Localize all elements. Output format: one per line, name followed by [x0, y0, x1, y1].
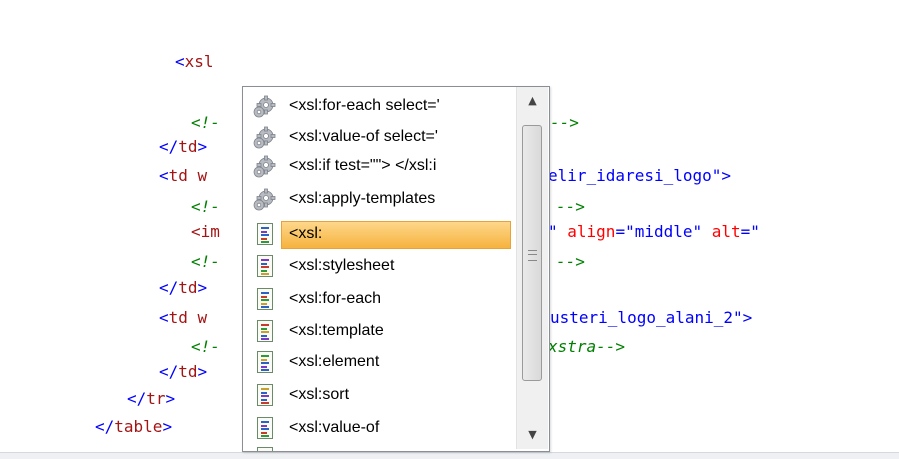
code-token: xsl — [184, 52, 214, 71]
code-token: xstra--> — [548, 337, 626, 356]
autocomplete-item[interactable]: <xsl:for-each select=' — [245, 91, 515, 121]
autocomplete-popup[interactable]: <xsl:for-each select=' <xsl:value-of sele… — [242, 86, 550, 452]
gear-icon — [251, 95, 277, 119]
gear-icon — [251, 155, 277, 179]
autocomplete-item[interactable]: <xsl:if test=""> </xsl:i — [245, 151, 515, 181]
autocomplete-scrollbar[interactable]: ▲ ▼ — [516, 87, 548, 449]
document-icon — [257, 351, 273, 373]
code-token: td — [178, 137, 198, 156]
code-token: elir_idaresi_logo"> — [548, 166, 732, 185]
document-icon — [257, 288, 273, 310]
code-line: <xsl — [175, 51, 214, 73]
autocomplete-item-label: <xsl:value-of select=' — [289, 128, 438, 145]
code-token: " — [548, 222, 568, 241]
document-icon — [257, 223, 273, 245]
code-token: td — [178, 278, 198, 297]
autocomplete-item[interactable]: <xsl:value-of — [245, 413, 515, 443]
code-line: </td> — [159, 277, 207, 299]
code-token: td w — [168, 166, 208, 185]
code-token: --> — [556, 197, 585, 216]
autocomplete-item[interactable]: <xsl:sort — [245, 380, 515, 410]
code-token: tr — [146, 389, 166, 408]
code-token: < — [159, 166, 169, 185]
code-line: </table> — [95, 416, 172, 438]
autocomplete-item-label: <xsl:element — [289, 353, 380, 370]
scrollbar-thumb[interactable] — [522, 125, 542, 381]
code-token: </ — [127, 389, 147, 408]
code-token: </ — [95, 417, 115, 436]
code-token: </ — [159, 362, 179, 381]
document-icon — [257, 384, 273, 406]
code-token: > — [162, 417, 173, 436]
code-line: </td> — [159, 136, 207, 158]
gear-icon — [251, 126, 277, 150]
code-token: td — [178, 362, 198, 381]
autocomplete-item-label: <xsl:sort — [289, 386, 350, 403]
code-token: </ — [159, 137, 179, 156]
code-token: usteri_logo_alani_2"> — [550, 308, 753, 327]
autocomplete-item[interactable]: <xsl:template — [245, 316, 515, 346]
code-token: <!- — [191, 252, 220, 271]
code-token: align — [567, 222, 616, 241]
code-token: <!- — [191, 113, 220, 132]
code-token: table — [114, 417, 163, 436]
document-icon — [257, 320, 273, 342]
code-token: td w — [168, 308, 208, 327]
autocomplete-item-label: <xsl:apply-templates — [289, 190, 436, 207]
grip-icon — [528, 250, 537, 261]
document-icon — [257, 255, 273, 277]
scroll-up-arrow-icon[interactable]: ▲ — [517, 87, 548, 115]
autocomplete-item-label: <xsl:template — [289, 322, 384, 339]
autocomplete-item[interactable]: <xsl:element — [245, 347, 515, 377]
autocomplete-item[interactable]: <xsl: — [245, 219, 515, 249]
document-icon — [257, 417, 273, 439]
code-token: alt — [711, 222, 741, 241]
code-token: > — [197, 278, 208, 297]
autocomplete-item[interactable]: <xsl:stylesheet — [245, 251, 515, 281]
scroll-down-arrow-icon[interactable]: ▼ — [517, 421, 548, 449]
code-token: > — [197, 362, 208, 381]
code-token: </ — [159, 278, 179, 297]
code-token: > — [165, 389, 176, 408]
autocomplete-item-label: <xsl: — [289, 225, 323, 242]
code-line: </tr> — [127, 388, 175, 410]
code-token: --> — [556, 252, 585, 271]
gear-icon — [251, 188, 277, 212]
code-token: <!- — [191, 197, 220, 216]
code-token: <!- — [191, 337, 220, 356]
code-line: </td> — [159, 361, 207, 383]
autocomplete-item[interactable] — [245, 443, 515, 451]
autocomplete-item-label: <xsl:if test=""> </xsl:i — [289, 157, 437, 174]
code-token: --> — [550, 113, 579, 132]
autocomplete-item-label: <xsl:for-each select=' — [289, 97, 440, 114]
code-token: < — [175, 52, 185, 71]
code-token: <im — [191, 222, 220, 241]
autocomplete-item-label: <xsl:stylesheet — [289, 257, 395, 274]
code-token: < — [159, 308, 169, 327]
autocomplete-item[interactable]: <xsl:value-of select=' — [245, 122, 515, 152]
code-token: > — [197, 137, 208, 156]
autocomplete-item[interactable]: <xsl:for-each — [245, 284, 515, 314]
autocomplete-item-label: <xsl:value-of — [289, 419, 380, 436]
autocomplete-item-label: <xsl:for-each — [289, 290, 382, 307]
code-token: =" — [740, 222, 760, 241]
autocomplete-item[interactable]: <xsl:apply-templates — [245, 184, 515, 214]
code-token: ="middle" — [615, 222, 712, 241]
document-icon — [257, 447, 273, 451]
